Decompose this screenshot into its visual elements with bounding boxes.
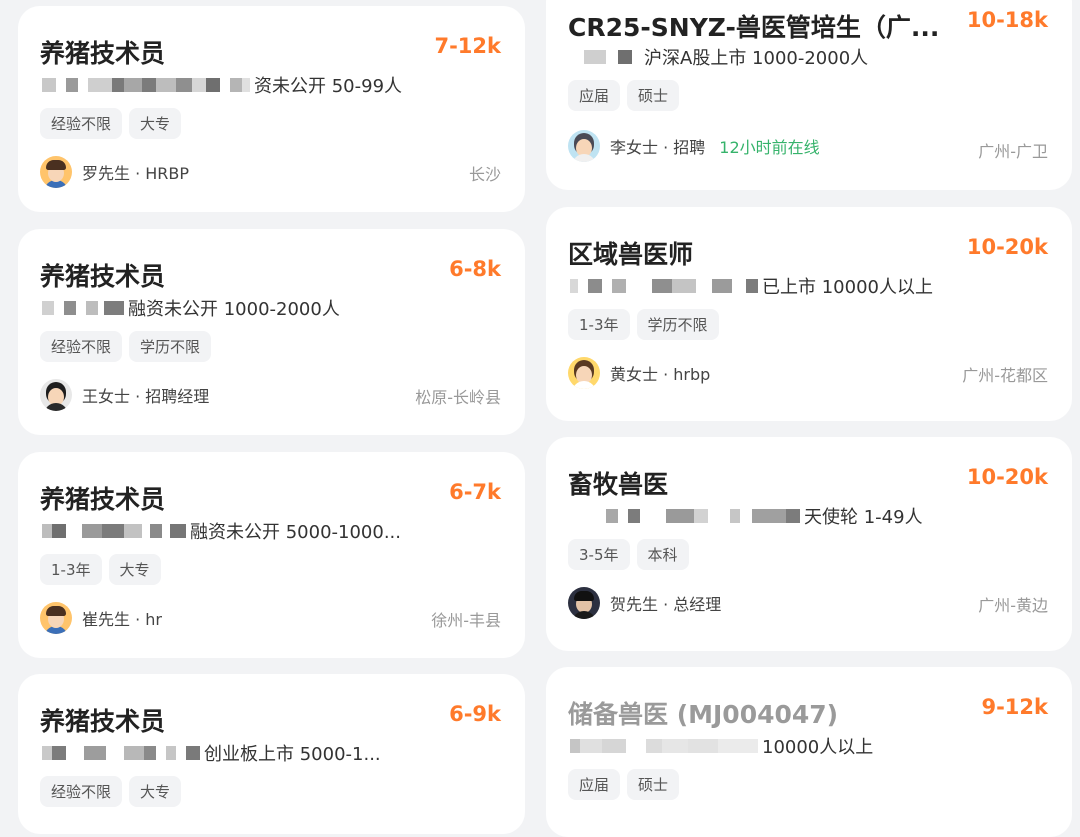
job-tag: 大专: [108, 554, 161, 585]
job-location: 广州-花都区: [962, 366, 1048, 385]
job-location: 长沙: [468, 165, 501, 184]
job-card[interactable]: 养猪技术员 6-7k 融资未公开 5000-1000... 1-3年 大专 崔先…: [18, 452, 525, 658]
blurred-company-name: [570, 47, 640, 67]
job-tags: 应届 硕士: [568, 769, 680, 800]
female-avatar-icon: [568, 357, 600, 389]
job-tags: 1-3年 学历不限: [568, 309, 719, 340]
job-tag: 硕士: [627, 769, 680, 800]
job-card[interactable]: 储备兽医 (MJ004047) 9-12k 10000人以上 应届 硕士: [546, 667, 1072, 837]
job-title: 养猪技术员: [40, 39, 166, 68]
job-tag: 1-3年: [40, 554, 102, 585]
salary: 6-9k: [449, 702, 501, 726]
job-tags: 3-5年 本科: [568, 539, 689, 570]
company-info: 沪深A股上市 1000-2000人: [570, 44, 1010, 70]
job-title: 养猪技术员: [40, 707, 166, 736]
recruiter-info: 王女士 · 招聘经理: [40, 379, 209, 411]
job-tags: 1-3年 大专: [40, 554, 161, 585]
job-tag: 硕士: [627, 80, 680, 111]
company-info: 资未公开 50-99人: [42, 72, 482, 98]
job-title: 畜牧兽医: [568, 470, 669, 499]
job-card[interactable]: 养猪技术员 7-12k 资未公开 50-99人 经验不限 大专 罗先生 · HR…: [18, 6, 525, 212]
job-tag: 经验不限: [40, 331, 123, 362]
blurred-company-name: [570, 506, 800, 526]
male-avatar-icon: [568, 587, 600, 619]
company-info: 已上市 10000人以上: [570, 273, 1010, 299]
recruiter-name: 崔先生 · hr: [82, 610, 162, 629]
recruiter-name: 贺先生 · 总经理: [610, 595, 722, 614]
blurred-company-name: [42, 743, 200, 763]
job-tags: 应届 硕士: [568, 80, 680, 111]
job-title: 储备兽医 (MJ004047): [568, 700, 839, 729]
job-title: 区域兽医师: [568, 240, 694, 269]
job-tags: 经验不限 大专: [40, 776, 182, 807]
recruiter-info: 罗先生 · HRBP: [40, 156, 189, 188]
job-tag: 3-5年: [568, 539, 630, 570]
job-tags: 经验不限 学历不限: [40, 331, 212, 362]
salary: 7-12k: [434, 34, 501, 58]
blurred-company-name: [42, 521, 186, 541]
recruiter-info: 黄女士 · hrbp: [568, 357, 710, 389]
job-tag: 大专: [129, 108, 182, 139]
company-info: 融资未公开 5000-1000...: [42, 518, 482, 544]
salary: 10-20k: [966, 235, 1048, 259]
job-tag: 经验不限: [40, 776, 123, 807]
company-info: 创业板上市 5000-1...: [42, 740, 482, 766]
recruiter-name: 黄女士 · hrbp: [610, 365, 711, 384]
job-title: 养猪技术员: [40, 262, 166, 291]
salary: 10-20k: [966, 465, 1048, 489]
job-card[interactable]: 畜牧兽医 10-20k 天使轮 1-49人 3-5年 本科 贺先生 · 总经理 …: [546, 437, 1072, 651]
company-info: 融资未公开 1000-2000人: [42, 295, 482, 321]
male-avatar-icon: [40, 156, 72, 188]
job-location: 徐州-丰县: [431, 611, 501, 630]
salary: 6-7k: [449, 480, 501, 504]
company-info: 天使轮 1-49人: [570, 503, 1010, 529]
female-avatar-icon: [568, 130, 600, 162]
recruiter-name: 罗先生 · HRBP: [82, 164, 190, 183]
job-card[interactable]: 养猪技术员 6-9k 创业板上市 5000-1... 经验不限 大专: [18, 674, 525, 834]
male-avatar-icon: [40, 602, 72, 634]
job-tag: 学历不限: [129, 331, 212, 362]
female-avatar-icon: [40, 379, 72, 411]
job-tag: 经验不限: [40, 108, 123, 139]
job-tag: 应届: [568, 80, 621, 111]
job-title: CR25-SNYZ-兽医管培生（广...: [568, 13, 940, 42]
salary: 9-12k: [981, 695, 1048, 719]
blurred-company-name: [42, 75, 250, 95]
job-card[interactable]: 养猪技术员 6-8k 融资未公开 1000-2000人 经验不限 学历不限 王女…: [18, 229, 525, 435]
salary: 6-8k: [449, 257, 501, 281]
job-location: 松原-长岭县: [415, 388, 501, 407]
job-tag: 本科: [636, 539, 689, 570]
job-tags: 经验不限 大专: [40, 108, 182, 139]
job-title: 养猪技术员: [40, 485, 166, 514]
recruiter-name: 王女士 · 招聘经理: [82, 387, 210, 406]
job-card[interactable]: 区域兽医师 10-20k 已上市 10000人以上 1-3年 学历不限 黄女士 …: [546, 207, 1072, 421]
job-tag: 大专: [129, 776, 182, 807]
blurred-company-name: [570, 276, 758, 296]
job-location: 广州-黄边: [978, 596, 1048, 615]
blurred-company-name: [42, 298, 124, 318]
job-card[interactable]: CR25-SNYZ-兽医管培生（广... 10-18k 沪深A股上市 1000-…: [546, 0, 1072, 190]
company-info: 10000人以上: [570, 733, 1010, 759]
online-status: 12小时前在线: [719, 138, 820, 157]
recruiter-info: 崔先生 · hr: [40, 602, 162, 634]
job-location: 广州-广卫: [978, 142, 1048, 161]
salary: 10-18k: [966, 8, 1048, 32]
recruiter-info: 李女士 · 招聘 12小时前在线: [568, 130, 820, 162]
recruiter-name: 李女士 · 招聘: [610, 138, 706, 157]
job-tag: 应届: [568, 769, 621, 800]
job-tag: 1-3年: [568, 309, 630, 340]
job-tag: 学历不限: [636, 309, 719, 340]
recruiter-info: 贺先生 · 总经理: [568, 587, 721, 619]
blurred-company-name: [570, 736, 758, 756]
